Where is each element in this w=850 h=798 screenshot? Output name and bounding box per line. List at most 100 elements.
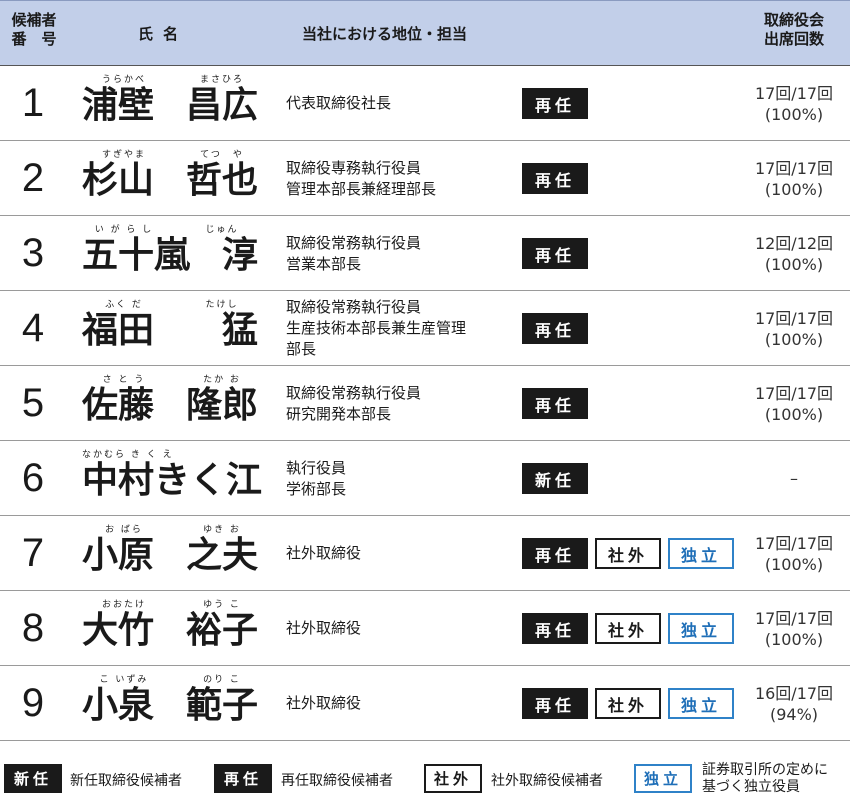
position-cell: 取締役常務執行役員 生産技術本部長兼生産管理 部長 <box>286 291 516 366</box>
reappointment-badge: 再任 <box>522 238 588 269</box>
position-line: 執行役員 <box>286 458 347 477</box>
reappointment-badge: 再任 <box>522 388 588 419</box>
position-cell: 社外取締役 <box>286 666 516 741</box>
header-attendance-line1: 取締役会 <box>763 11 824 29</box>
legend-out-text: 社外取締役候補者 <box>491 773 603 789</box>
given-name: 猛 <box>221 310 258 351</box>
badge-group: 再任 <box>522 388 588 419</box>
attendance-cell: 16回/17回 (94%) <box>742 666 846 741</box>
candidate-row: 5 さ と う たか お 佐藤 隆郎 取締役常務執行役員 研究開発本部長 再任 1… <box>0 366 850 441</box>
family-name: 五十嵐 <box>82 235 191 276</box>
position-cell: 社外取締役 <box>286 591 516 666</box>
legend-new-text: 新任取締役候補者 <box>70 773 182 789</box>
attendance-line: 16回/17回 <box>754 683 834 703</box>
header-position: 当社における地位・担当 <box>302 25 468 43</box>
legend-independent-text: 証券取引所の定めに 基づく独立役員 <box>702 762 828 796</box>
badge-group: 再任 <box>522 163 588 194</box>
attendance-line: (100%) <box>764 104 824 124</box>
candidate-number: 6 <box>21 456 45 500</box>
attendance-cell: 17回/17回 (100%) <box>742 516 846 591</box>
position-line: 生産技術本部長兼生産管理 <box>286 319 467 337</box>
header-name: 氏名 <box>138 25 189 43</box>
attendance-cell: 17回/17回 (100%) <box>742 66 846 141</box>
outside-badge: 社外 <box>595 613 661 644</box>
attendance-line: 17回/17回 <box>754 608 834 628</box>
attendance-cell: 17回/17回 (100%) <box>742 366 846 441</box>
candidate-number: 9 <box>21 681 45 725</box>
candidate-number: 1 <box>21 81 45 125</box>
table-header: 候補者 番 号 氏名 当社における地位・担当 取締役会 出席回数 <box>0 0 850 66</box>
attendance-line: (100%) <box>764 554 824 574</box>
header-number-line2: 番 号 <box>11 30 57 48</box>
reappointment-badge: 再任 <box>522 88 588 119</box>
attendance-line: 17回/17回 <box>754 83 834 103</box>
given-name: 裕子 <box>186 610 259 651</box>
header-attendance-line2: 出席回数 <box>763 30 824 48</box>
reappointment-badge: 再任 <box>522 163 588 194</box>
legend: 新任 新任取締役候補者 再任 再任取締役候補者 社外 社外取締役候補者 独立 証… <box>0 762 850 798</box>
position-line: 取締役常務執行役員 <box>286 383 422 402</box>
candidate-number: 8 <box>21 606 45 650</box>
legend-independent-line1: 証券取引所の定めに <box>702 762 828 778</box>
candidate-row: 3 い が ら し じゅん 五十嵐 淳 取締役常務執行役員 営業本部長 再任 12… <box>0 216 850 291</box>
attendance-cell: 17回/17回 (100%) <box>742 291 846 366</box>
position-cell: 執行役員 学術部長 <box>286 441 516 516</box>
attendance-line: 17回/17回 <box>754 308 834 328</box>
legend-independent-badge: 独立 <box>634 764 692 793</box>
badge-group: 再任 <box>522 88 588 119</box>
independent-badge: 独立 <box>668 613 734 644</box>
position-line: 社外取締役 <box>286 694 362 712</box>
candidate-number: 7 <box>21 531 45 575</box>
attendance-line: (100%) <box>764 179 824 199</box>
header-number-line1: 候補者 <box>11 11 57 29</box>
candidate-number: 2 <box>21 156 45 200</box>
position-line: 管理本部長兼経理部長 <box>286 179 437 198</box>
header-candidate-number: 候補者 番 号 <box>0 11 68 49</box>
family-name: 浦壁 <box>82 85 155 126</box>
position-line: 取締役常務執行役員 <box>286 298 422 316</box>
attendance-line: – <box>790 469 798 488</box>
candidate-row: 1 うらかべ まさひろ 浦壁 昌広 代表取締役社長 再任 17回/17回 (100… <box>0 66 850 141</box>
attendance-line: 17回/17回 <box>754 533 834 553</box>
reappointment-badge: 再任 <box>522 538 588 569</box>
attendance-cell: 17回/17回 (100%) <box>742 591 846 666</box>
attendance-line: 17回/17回 <box>754 383 834 403</box>
badge-group: 再任 <box>522 238 588 269</box>
badge-group: 再任 社外 独立 <box>522 613 734 644</box>
attendance-cell: 12回/12回 (100%) <box>742 216 846 291</box>
independent-badge: 独立 <box>668 538 734 569</box>
header-attendance: 取締役会 出席回数 <box>742 11 846 49</box>
candidate-row: 4 ふく だ たけし 福田 猛 取締役常務執行役員 生産技術本部長兼生産管理 部長 … <box>0 291 850 366</box>
position-line: 営業本部長 <box>286 254 362 273</box>
position-cell: 代表取締役社長 <box>286 66 516 141</box>
legend-re-text: 再任取締役候補者 <box>281 773 393 789</box>
position-line: 取締役常務執行役員 <box>286 233 422 252</box>
position-cell: 社外取締役 <box>286 516 516 591</box>
position-cell: 取締役専務執行役員 管理本部長兼経理部長 <box>286 141 516 216</box>
outside-badge: 社外 <box>595 688 661 719</box>
candidate-row: 2 すぎやま てつ や 杉山 哲也 取締役専務執行役員 管理本部長兼経理部長 再任… <box>0 141 850 216</box>
given-name: 隆郎 <box>186 385 259 426</box>
outside-badge: 社外 <box>595 538 661 569</box>
reappointment-badge: 再任 <box>522 313 588 344</box>
attendance-line: (100%) <box>764 404 824 424</box>
attendance-line: (100%) <box>764 629 824 649</box>
candidate-row: 7 お ばら ゆき お 小原 之夫 社外取締役 再任 社外 独立 17回/17回 (1… <box>0 516 850 591</box>
legend-out-badge: 社外 <box>424 764 482 793</box>
family-name: 小泉 <box>82 685 155 726</box>
candidate-number: 5 <box>21 381 45 425</box>
badge-group: 再任 社外 独立 <box>522 688 734 719</box>
candidate-number: 4 <box>21 306 45 350</box>
attendance-line: (94%) <box>769 704 819 724</box>
given-name: 之夫 <box>186 535 259 576</box>
reappointment-badge: 再任 <box>522 688 588 719</box>
family-name: 福田 <box>82 310 155 351</box>
position-line: 代表取締役社長 <box>286 94 392 112</box>
reappointment-badge: 再任 <box>522 613 588 644</box>
attendance-cell: – <box>742 441 846 516</box>
given-name: 昌広 <box>186 85 259 126</box>
position-cell: 取締役常務執行役員 研究開発本部長 <box>286 366 516 441</box>
candidate-row: 9 こ いずみ のり こ 小泉 範子 社外取締役 再任 社外 独立 16回/17回(… <box>0 666 850 741</box>
attendance-line: (100%) <box>764 329 824 349</box>
family-name: 佐藤 <box>82 385 155 426</box>
